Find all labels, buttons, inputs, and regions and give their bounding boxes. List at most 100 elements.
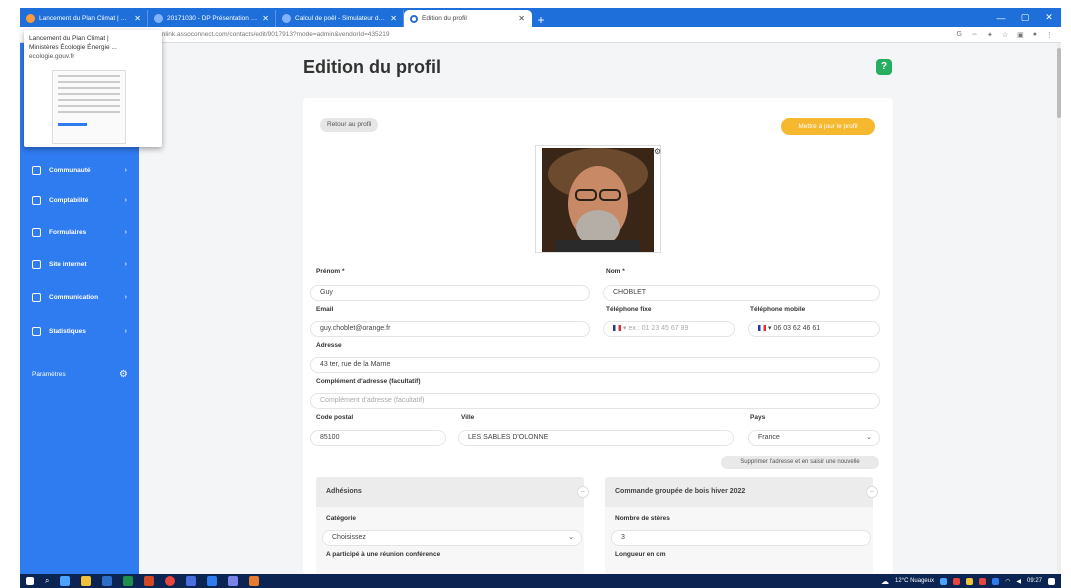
- tray-app-icon[interactable]: [953, 577, 961, 585]
- tray-app-icon[interactable]: [966, 577, 974, 585]
- pays-value: France: [758, 434, 780, 441]
- browser-tab-2[interactable]: 20171030 - DP Présentation P... ✕: [148, 10, 276, 27]
- extension-icon[interactable]: ✦: [987, 31, 993, 39]
- tab-close-icon[interactable]: ✕: [262, 14, 269, 23]
- outlook-icon[interactable]: [207, 576, 218, 586]
- tel-mobile-field[interactable]: ▾ 06 03 62 46 61: [748, 321, 880, 337]
- new-tab-button[interactable]: +: [532, 13, 550, 27]
- sidebar-item-communication[interactable]: Communication ›: [20, 288, 139, 306]
- tab-close-icon[interactable]: ✕: [134, 14, 141, 23]
- sidebar-item-statistiques[interactable]: Statistiques ›: [20, 322, 139, 340]
- sidebar-item-label: Formulaires: [49, 228, 87, 236]
- help-button[interactable]: ?: [876, 59, 892, 75]
- complement-field[interactable]: Complément d'adresse (facultatif): [310, 393, 880, 409]
- conference-label: A participé à une réunion conférence: [326, 551, 441, 558]
- site-favicon-icon: [26, 14, 35, 23]
- chevron-right-icon: ›: [124, 228, 127, 236]
- sidepanel-icon[interactable]: ▣: [1017, 31, 1024, 39]
- commande-panel-title: Commande groupée de bois hiver 2022: [605, 477, 873, 507]
- tray-app-icon[interactable]: [992, 577, 1000, 585]
- bookmark-star-icon[interactable]: ☆: [1002, 31, 1008, 39]
- window-maximize-button[interactable]: ▢: [1013, 12, 1037, 23]
- search-icon[interactable]: ⌕: [45, 576, 49, 586]
- app-icon[interactable]: [186, 576, 197, 586]
- task-view-icon[interactable]: [60, 576, 71, 586]
- chevron-right-icon: ›: [124, 166, 127, 174]
- chevron-down-icon: ⌄: [568, 534, 574, 541]
- profile-photo-image: [536, 146, 660, 252]
- sidebar-item-site-internet[interactable]: Site internet ›: [20, 255, 139, 273]
- tab-title: Lancement du Plan Climat | Mini: [39, 15, 131, 22]
- email-field[interactable]: guy.choblet@orange.fr: [310, 321, 590, 337]
- teams-icon[interactable]: [228, 576, 239, 586]
- scrollbar-thumb[interactable]: [1057, 48, 1061, 118]
- prenom-field[interactable]: Guy: [310, 285, 590, 301]
- site-favicon-icon: [154, 14, 163, 23]
- sidebar-item-formulaires[interactable]: Formulaires ›: [20, 223, 139, 241]
- preview-title: Lancement du Plan Climat |: [29, 35, 109, 42]
- ville-field[interactable]: LES SABLES D'OLONNE: [458, 430, 734, 446]
- word-icon[interactable]: [102, 576, 113, 586]
- excel-icon[interactable]: [123, 576, 134, 586]
- nom-field[interactable]: CHOBLET: [603, 285, 880, 301]
- wifi-icon[interactable]: ◠: [1005, 578, 1010, 585]
- collapse-icon[interactable]: –: [866, 486, 878, 498]
- url-field[interactable]: mlink.assoconnect.com/contacts/edit/9017…: [160, 31, 389, 38]
- steres-field[interactable]: 3: [611, 530, 871, 546]
- share-icon[interactable]: ⇔: [971, 31, 978, 39]
- email-label: Email: [316, 306, 334, 313]
- menu-kebab-icon[interactable]: ⋮: [1046, 31, 1053, 39]
- update-profile-button[interactable]: Mettre à jour le profil: [781, 118, 875, 135]
- tray-app-icon[interactable]: [940, 577, 948, 585]
- categorie-select[interactable]: Choisissez ⌄: [322, 530, 582, 546]
- chevron-right-icon: ›: [124, 196, 127, 204]
- sidebar-item-label: Comptabilité: [49, 196, 89, 204]
- notifications-icon[interactable]: [1048, 577, 1055, 585]
- firefox-icon[interactable]: [249, 576, 260, 586]
- translate-icon[interactable]: G: [957, 31, 962, 39]
- chrome-icon[interactable]: [165, 576, 176, 586]
- file-explorer-icon[interactable]: [81, 576, 92, 586]
- powerpoint-icon[interactable]: [144, 576, 155, 586]
- gear-icon: ⚙: [119, 368, 128, 380]
- forms-icon: [32, 227, 41, 237]
- remove-address-button[interactable]: Supprimer l'adresse et en saisir une nou…: [721, 456, 879, 469]
- sidebar-item-comptabilite[interactable]: Comptabilité ›: [20, 191, 139, 209]
- caret-down-icon[interactable]: ▾: [768, 325, 772, 332]
- tray-app-icon[interactable]: [979, 577, 987, 585]
- chevron-right-icon: ›: [124, 293, 127, 301]
- code-postal-field[interactable]: 85100: [310, 430, 446, 446]
- site-favicon-icon: [410, 14, 418, 23]
- page-scrollbar[interactable]: [1057, 43, 1061, 574]
- profile-icon[interactable]: ●: [1033, 31, 1037, 39]
- windows-start-icon[interactable]: [26, 577, 34, 585]
- caret-down-icon[interactable]: ▾: [623, 325, 627, 332]
- accounting-icon: [32, 195, 41, 205]
- chevron-right-icon: ›: [124, 260, 127, 268]
- communication-icon: [32, 292, 41, 302]
- sidebar-item-parametres[interactable]: Paramètres ⚙: [20, 365, 139, 383]
- tab-close-icon[interactable]: ✕: [390, 14, 397, 23]
- sidebar-item-label: Communauté: [49, 166, 91, 174]
- browser-tab-active[interactable]: Édition du profil ✕: [404, 10, 532, 27]
- pays-select[interactable]: France ⌄: [748, 430, 880, 446]
- collapse-icon[interactable]: –: [577, 486, 589, 498]
- browser-tab-3[interactable]: Calcul de poêl - Simulateur des ... ✕: [276, 10, 404, 27]
- weather-cloud-icon: ☁: [881, 576, 890, 586]
- steres-label: Nombre de stères: [615, 515, 670, 522]
- weather-text[interactable]: 12°C Nuageux: [895, 578, 934, 584]
- back-to-profile-button[interactable]: Retour au profil: [320, 118, 379, 132]
- sidebar-item-communaute[interactable]: Communauté ›: [20, 161, 139, 179]
- clock[interactable]: 09:27: [1027, 578, 1042, 584]
- window-minimize-button[interactable]: —: [989, 13, 1013, 23]
- volume-icon[interactable]: ◀: [1016, 578, 1021, 585]
- browser-tab-1[interactable]: Lancement du Plan Climat | Mini ✕: [20, 10, 148, 27]
- website-icon: [32, 259, 41, 269]
- photo-settings-gear-icon[interactable]: ⚙: [654, 147, 661, 156]
- tel-fixe-field[interactable]: ▾ ex : 01 23 45 67 89: [603, 321, 735, 337]
- window-close-button[interactable]: ✕: [1037, 12, 1061, 23]
- adresse-field[interactable]: 43 ter, rue de la Marne: [310, 357, 880, 373]
- tab-close-icon[interactable]: ✕: [518, 14, 525, 23]
- profile-photo[interactable]: [535, 145, 661, 253]
- france-flag-icon: [613, 325, 621, 332]
